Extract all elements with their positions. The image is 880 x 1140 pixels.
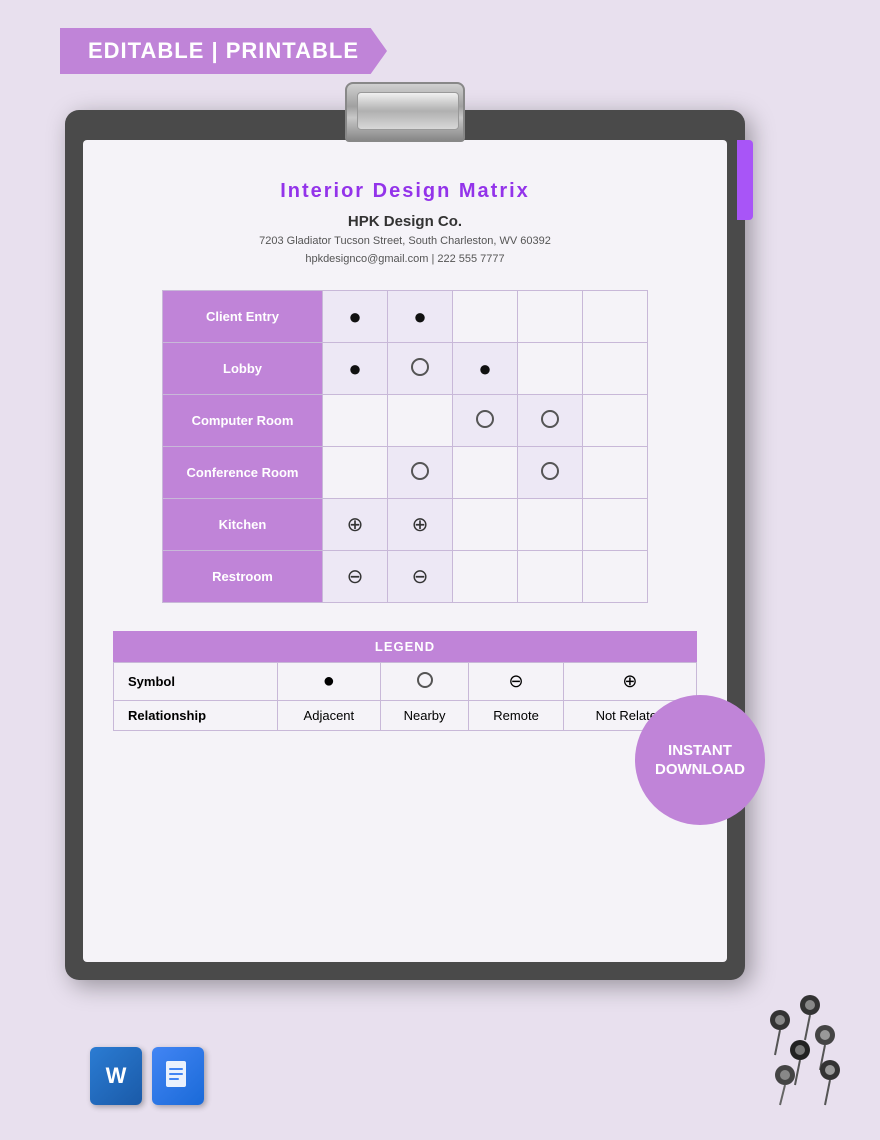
clipboard-clip [345, 82, 465, 142]
pins-decoration [670, 980, 850, 1110]
cell: ● [388, 291, 453, 343]
table-row: Lobby ● ● [163, 343, 648, 395]
row-label-restroom: Restroom [163, 551, 323, 603]
table-row: Computer Room [163, 395, 648, 447]
cell: ⊕ [388, 499, 453, 551]
legend-table: Symbol ● ⊖ ⊕ Relationship Adjacent Nearb… [113, 662, 697, 731]
row-label-lobby: Lobby [163, 343, 323, 395]
cell: ● [323, 291, 388, 343]
app-icons: W [90, 1047, 204, 1105]
legend-relationships-row: Relationship Adjacent Nearby Remote Not … [114, 701, 697, 731]
cell: ⊖ [323, 551, 388, 603]
cell [518, 499, 583, 551]
cell [323, 395, 388, 447]
cell [453, 447, 518, 499]
legend-sym-remote: ⊖ [469, 663, 564, 701]
cell [388, 395, 453, 447]
table-row: Kitchen ⊕ ⊕ [163, 499, 648, 551]
purple-tab [737, 140, 753, 220]
legend-title: LEGEND [113, 631, 697, 662]
cell [518, 291, 583, 343]
word-icon[interactable]: W [90, 1047, 142, 1105]
company-address: 7203 Gladiator Tucson Street, South Char… [113, 233, 697, 268]
matrix-table: Client Entry ● ● Lobby ● ● [162, 290, 648, 603]
cell [583, 395, 648, 447]
legend-symbol-label: Symbol [114, 663, 278, 701]
cell [583, 551, 648, 603]
cell [518, 395, 583, 447]
cell: ● [323, 343, 388, 395]
cell [453, 551, 518, 603]
legend-rel-remote: Remote [469, 701, 564, 731]
row-label-client-entry: Client Entry [163, 291, 323, 343]
cell [518, 447, 583, 499]
legend-sym-not-related: ⊕ [563, 663, 696, 701]
cell [388, 343, 453, 395]
clipboard: Interior Design Matrix HPK Design Co. 72… [65, 110, 745, 980]
cell [323, 447, 388, 499]
table-row: Restroom ⊖ ⊖ [163, 551, 648, 603]
row-label-conference-room: Conference Room [163, 447, 323, 499]
editable-printable-banner: EDITABLE | PRINTABLE [60, 28, 387, 74]
table-row: Conference Room [163, 447, 648, 499]
legend-relationship-label: Relationship [114, 701, 278, 731]
row-label-computer-room: Computer Room [163, 395, 323, 447]
cell [583, 499, 648, 551]
cell [518, 551, 583, 603]
cell [453, 499, 518, 551]
legend-sym-nearby [380, 663, 468, 701]
legend-section: LEGEND Symbol ● ⊖ ⊕ Relationship Adjacen… [113, 631, 697, 731]
table-row: Client Entry ● ● [163, 291, 648, 343]
cell [453, 395, 518, 447]
cell [583, 291, 648, 343]
legend-rel-nearby: Nearby [380, 701, 468, 731]
cell: ⊕ [323, 499, 388, 551]
cell: ⊖ [388, 551, 453, 603]
instant-download-badge[interactable]: INSTANTDOWNLOAD [635, 695, 765, 825]
document-title: Interior Design Matrix [113, 180, 697, 203]
cell [388, 447, 453, 499]
matrix-wrapper: Client Entry ● ● Lobby ● ● [113, 290, 697, 603]
row-label-kitchen: Kitchen [163, 499, 323, 551]
company-name: HPK Design Co. [113, 213, 697, 230]
legend-sym-adjacent: ● [277, 663, 380, 701]
legend-symbols-row: Symbol ● ⊖ ⊕ [114, 663, 697, 701]
cell [583, 447, 648, 499]
cell: ● [453, 343, 518, 395]
cell [518, 343, 583, 395]
docs-icon[interactable] [152, 1047, 204, 1105]
paper: Interior Design Matrix HPK Design Co. 72… [83, 140, 727, 962]
legend-rel-adjacent: Adjacent [277, 701, 380, 731]
cell [453, 291, 518, 343]
cell [583, 343, 648, 395]
